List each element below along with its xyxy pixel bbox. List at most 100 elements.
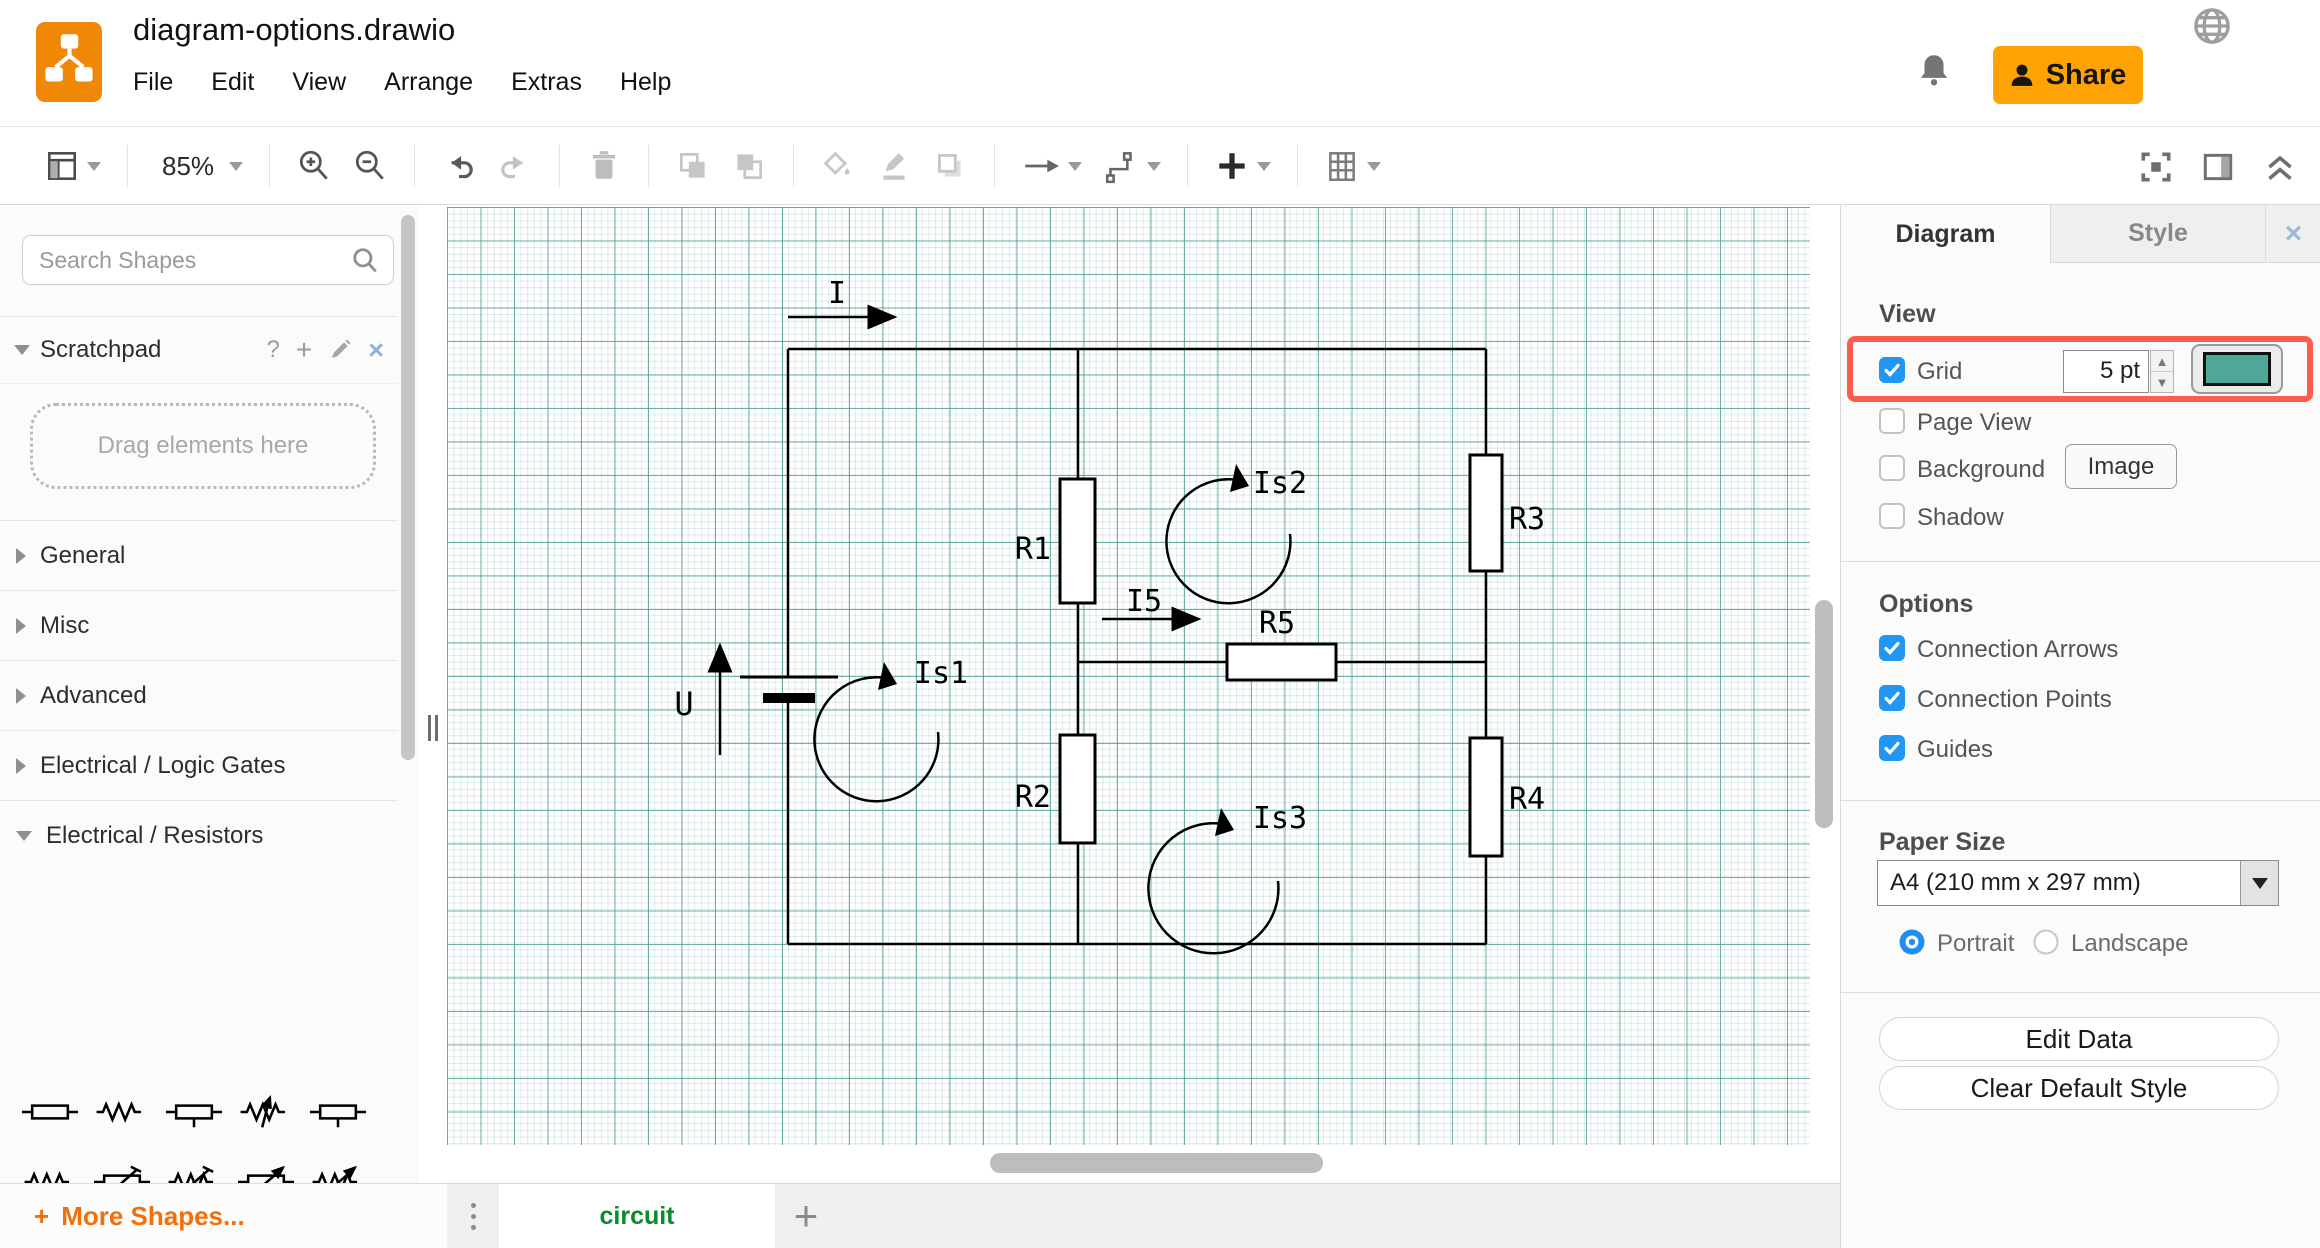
label-r4: R4 <box>1509 782 1545 817</box>
shadow-checkbox[interactable] <box>1879 503 1905 529</box>
search-shapes-box[interactable] <box>22 235 394 285</box>
menu-view[interactable]: View <box>292 68 346 97</box>
fill-color-button[interactable] <box>810 148 866 184</box>
shapes-sidebar: Scratchpad ? + × Drag elements here Gene… <box>0 205 418 1183</box>
shadow-button[interactable] <box>922 148 978 184</box>
horizontal-scrollbar[interactable] <box>990 1153 1323 1173</box>
add-page-button[interactable]: + <box>775 1184 837 1248</box>
background-image-button[interactable]: Image <box>2065 444 2177 489</box>
menu-extras[interactable]: Extras <box>511 68 582 97</box>
menu-edit[interactable]: Edit <box>211 68 254 97</box>
scratchpad-add-icon[interactable]: + <box>296 334 312 366</box>
undo-button[interactable] <box>431 148 487 184</box>
insert-button[interactable] <box>1204 148 1281 184</box>
portrait-radio[interactable] <box>1899 929 1925 955</box>
pages-menu-icon[interactable] <box>447 1184 499 1248</box>
tab-diagram[interactable]: Diagram <box>1841 205 2051 263</box>
connection-points-label: Connection Points <box>1917 686 2112 714</box>
sidebar-section-general[interactable]: General <box>0 520 398 590</box>
menu-arrange[interactable]: Arrange <box>384 68 473 97</box>
resistor-r5[interactable] <box>1227 644 1336 680</box>
background-checkbox[interactable] <box>1879 455 1905 481</box>
chevron-down-icon <box>14 345 30 355</box>
to-back-button[interactable] <box>721 148 777 184</box>
scratchpad-close-icon[interactable]: × <box>368 335 384 366</box>
sidebar-section-logic-gates[interactable]: Electrical / Logic Gates <box>0 730 398 800</box>
view-heading: View <box>1879 300 1936 329</box>
edit-data-button[interactable]: Edit Data <box>1879 1017 2279 1061</box>
redo-button[interactable] <box>487 148 543 184</box>
vertical-scrollbar[interactable] <box>1815 600 1833 828</box>
page-tab-circuit[interactable]: circuit <box>499 1184 775 1248</box>
scratchpad-drop-area[interactable]: Drag elements here <box>30 403 376 489</box>
page-view-checkbox[interactable] <box>1879 408 1905 434</box>
language-globe-icon[interactable] <box>2192 6 2232 46</box>
resistor-r4[interactable] <box>1470 738 1502 856</box>
label-is3: Is3 <box>1253 801 1307 836</box>
zoom-level: 85% <box>154 151 222 182</box>
sidebar-section-misc[interactable]: Misc <box>0 590 398 660</box>
close-panel-icon[interactable]: × <box>2266 205 2320 263</box>
person-icon <box>2010 63 2034 87</box>
grid-size-input[interactable]: 5 pt <box>2063 350 2149 393</box>
resistor-zigzag-arrow-icon[interactable] <box>230 1077 302 1147</box>
resistor-r1[interactable] <box>1060 479 1095 603</box>
label-r5: R5 <box>1259 606 1295 641</box>
scratchpad-help-icon[interactable]: ? <box>267 336 280 364</box>
options-heading: Options <box>1879 590 1973 619</box>
grid-size-stepper[interactable]: ▲▼ <box>2150 350 2174 393</box>
connection-arrow-button[interactable] <box>1011 148 1092 184</box>
chevron-down-icon <box>1068 162 1082 171</box>
guides-checkbox[interactable] <box>1879 735 1905 761</box>
menu-file[interactable]: File <box>133 68 173 97</box>
zoom-level-dropdown[interactable]: 85% <box>144 151 253 182</box>
fullscreen-icon[interactable] <box>2138 149 2174 185</box>
menu-help[interactable]: Help <box>620 68 671 97</box>
resistor-box-icon[interactable] <box>14 1077 86 1147</box>
format-panel-tabs: Diagram Style × <box>1841 205 2320 263</box>
table-button[interactable] <box>1314 148 1391 184</box>
resistor-r3[interactable] <box>1470 455 1502 571</box>
label-r1: R1 <box>1015 532 1051 567</box>
search-input[interactable] <box>37 246 351 275</box>
sidebar-scrollbar[interactable] <box>401 215 415 760</box>
resistor-box-tap-2-icon[interactable] <box>302 1077 374 1147</box>
resistor-r2[interactable] <box>1060 735 1095 843</box>
drawing-canvas[interactable]: I U R1 R2 R3 R4 R5 I5 Is1 Is2 Is3 <box>447 205 1840 1248</box>
format-panel: Diagram Style × View Grid 5 pt ▲▼ Page V… <box>1840 205 2320 1248</box>
grid-color-swatch[interactable] <box>2191 344 2283 394</box>
zoom-out-button[interactable] <box>342 148 398 184</box>
delete-button[interactable] <box>576 148 632 184</box>
label-r3: R3 <box>1509 502 1545 537</box>
resistor-zigzag-icon[interactable] <box>86 1077 158 1147</box>
connection-arrows-checkbox[interactable] <box>1879 635 1905 661</box>
shadow-label: Shadow <box>1917 504 2004 532</box>
landscape-radio[interactable] <box>2033 929 2059 955</box>
connection-arrows-label: Connection Arrows <box>1917 636 2118 664</box>
chevron-down-icon <box>1367 162 1381 171</box>
to-front-button[interactable] <box>665 148 721 184</box>
zoom-in-button[interactable] <box>286 148 342 184</box>
connection-points-checkbox[interactable] <box>1879 685 1905 711</box>
sidebar-section-resistors[interactable]: Electrical / Resistors <box>0 800 398 870</box>
collapse-icon[interactable] <box>2262 149 2298 185</box>
line-color-button[interactable] <box>866 148 922 184</box>
view-layout-button[interactable] <box>34 148 111 184</box>
waypoint-style-button[interactable] <box>1092 147 1171 185</box>
scratchpad-edit-icon[interactable] <box>328 338 352 362</box>
paper-size-select[interactable]: A4 (210 mm x 297 mm) <box>1877 860 2279 906</box>
search-icon <box>351 246 379 274</box>
plus-icon: + <box>34 1201 49 1232</box>
chevron-down-icon <box>16 831 32 841</box>
scratchpad-header[interactable]: Scratchpad ? + × <box>0 317 398 383</box>
grid-checkbox[interactable] <box>1879 357 1905 383</box>
tab-style[interactable]: Style <box>2051 205 2266 263</box>
share-button[interactable]: Share <box>1993 46 2143 104</box>
sidebar-section-advanced[interactable]: Advanced <box>0 660 398 730</box>
clear-default-style-button[interactable]: Clear Default Style <box>1879 1066 2279 1110</box>
format-panel-icon[interactable] <box>2200 149 2236 185</box>
notifications-bell-icon[interactable] <box>1918 52 1950 86</box>
resistor-box-tap-icon[interactable] <box>158 1077 230 1147</box>
more-shapes-button[interactable]: + More Shapes... <box>0 1183 447 1248</box>
sidebar-collapse-handle[interactable] <box>426 712 440 744</box>
